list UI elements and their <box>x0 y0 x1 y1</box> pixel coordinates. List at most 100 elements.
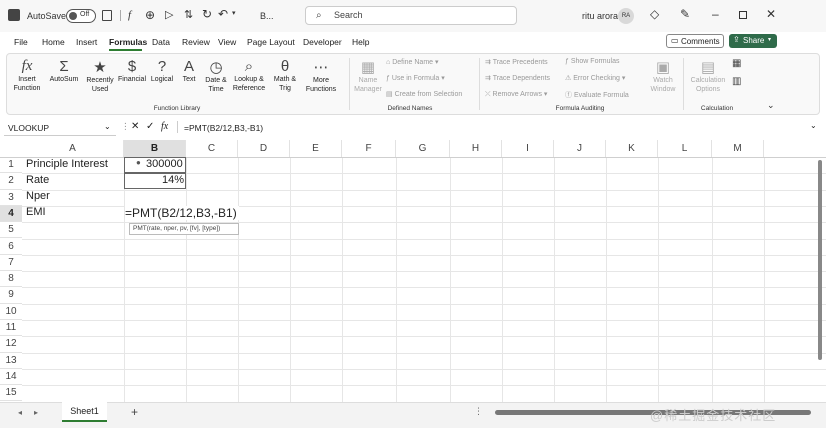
column-header-g[interactable]: G <box>396 140 450 157</box>
row-header-2[interactable]: 2 <box>0 173 22 190</box>
name-box[interactable]: VLOOKUP ⌄ <box>4 120 116 136</box>
autosave-toggle[interactable]: Off <box>66 9 96 23</box>
formula-input[interactable]: =PMT(B2/12,B3,-B1) <box>184 123 263 133</box>
cell-A3[interactable]: Nper <box>26 190 50 202</box>
tab-page-layout[interactable]: Page Layout <box>247 37 295 47</box>
share-button[interactable]: ⇪ Share ▾ <box>729 34 777 48</box>
ribbon-button-autosum[interactable]: Σ AutoSum <box>47 56 81 102</box>
ribbon-button-recently[interactable]: ★ Recently Used <box>85 56 115 102</box>
trace-dependents-button[interactable]: ⇉ Trace Dependents <box>485 74 550 82</box>
calculation-options-button[interactable]: ▤ Calculation Options <box>687 56 729 102</box>
minimize-icon[interactable]: – <box>712 7 719 21</box>
scroll-right-icon[interactable]: ▸ <box>34 408 38 417</box>
close-icon[interactable]: ✕ <box>766 7 776 21</box>
ribbon-button-text[interactable]: A Text <box>177 56 201 102</box>
define-name-button[interactable]: ⌂ Define Name ▾ <box>386 58 439 66</box>
add-icon[interactable]: ⊕ <box>145 8 155 22</box>
column-header-i[interactable]: I <box>502 140 554 157</box>
column-header-f[interactable]: F <box>342 140 396 157</box>
create-from-selection-button[interactable]: ▤ Create from Selection <box>386 90 462 98</box>
column-header-b[interactable]: B <box>124 140 186 157</box>
column-header-l[interactable]: L <box>658 140 712 157</box>
cell-B4-editing[interactable]: =PMT(B2/12,B3,-B1) <box>125 206 239 220</box>
diamond-icon[interactable]: ◇ <box>650 7 659 21</box>
row-header-4[interactable]: 4 <box>0 205 22 223</box>
tab-home[interactable]: Home <box>42 37 65 47</box>
save-icon[interactable] <box>102 10 112 21</box>
cell-A2[interactable]: Rate <box>26 174 49 186</box>
row-header-3[interactable]: 3 <box>0 190 22 206</box>
column-header-a[interactable]: A <box>22 140 124 157</box>
formula-bar-expand-icon[interactable]: ⌄ <box>810 121 817 130</box>
cell-A1[interactable]: Principle Interest <box>26 158 108 170</box>
row-header-12[interactable]: 12 <box>0 336 22 353</box>
tab-developer[interactable]: Developer <box>303 37 342 47</box>
show-formulas-button[interactable]: ƒ Show Formulas <box>565 58 619 65</box>
column-header-h[interactable]: H <box>450 140 502 157</box>
remove-arrows-button[interactable]: ⤫ Remove Arrows ▾ <box>485 90 547 99</box>
column-header-e[interactable]: E <box>290 140 342 157</box>
insert-function-icon[interactable]: fx <box>161 121 168 132</box>
ribbon-button-date[interactable]: ◷ Date & Time <box>203 56 229 102</box>
column-header-m[interactable]: M <box>712 140 764 157</box>
cell-A4[interactable]: EMI <box>26 206 46 218</box>
tab-formulas[interactable]: Formulas <box>109 37 147 47</box>
ribbon-button-financial[interactable]: $ Financial <box>117 56 147 102</box>
search-input[interactable]: ⌕ Search <box>305 6 517 25</box>
refresh-icon[interactable]: ↻ <box>202 7 212 21</box>
name-manager-button[interactable]: ▦ Name Manager <box>353 56 383 102</box>
sort-icon[interactable]: ⇅ <box>184 8 193 21</box>
ribbon-button-more[interactable]: ⋯ More Functions <box>303 56 339 102</box>
add-sheet-button[interactable]: + <box>131 405 138 419</box>
tab-file[interactable]: File <box>14 37 28 47</box>
pen-icon[interactable]: ✎ <box>680 7 690 21</box>
ribbon-button-logical[interactable]: ? Logical <box>149 56 175 102</box>
name-box-dropdown-icon[interactable]: ⌄ <box>104 122 111 131</box>
row-header-11[interactable]: 11 <box>0 320 22 337</box>
use-in-formula-button[interactable]: ƒ Use in Formula ▾ <box>386 74 445 82</box>
column-header-c[interactable]: C <box>186 140 238 157</box>
row-header-1[interactable]: 1 <box>0 157 22 174</box>
ribbon-button-lookup[interactable]: ⌕ Lookup & Reference <box>231 56 267 102</box>
column-header-k[interactable]: K <box>606 140 658 157</box>
row-header-5[interactable]: 5 <box>0 222 22 239</box>
row-header-14[interactable]: 14 <box>0 369 22 386</box>
tab-data[interactable]: Data <box>152 37 170 47</box>
row-header-13[interactable]: 13 <box>0 353 22 369</box>
calculate-sheet-icon[interactable]: ▥ <box>732 76 741 87</box>
tab-help[interactable]: Help <box>352 37 369 47</box>
ribbon-button-math[interactable]: θ Math & Trig <box>269 56 301 102</box>
column-header-d[interactable]: D <box>238 140 290 157</box>
tab-review[interactable]: Review <box>182 37 210 47</box>
undo-icon[interactable]: ↶ <box>218 7 228 21</box>
tab-view[interactable]: View <box>218 37 236 47</box>
ribbon-collapse-icon[interactable]: ⌄ <box>767 100 775 111</box>
row-header-10[interactable]: 10 <box>0 304 22 320</box>
trace-precedents-button[interactable]: ⇉ Trace Precedents <box>485 58 548 66</box>
cancel-icon[interactable]: ✕ <box>131 121 139 132</box>
evaluate-formula-button[interactable]: ⓕ Evaluate Formula <box>565 90 629 100</box>
row-header-6[interactable]: 6 <box>0 239 22 255</box>
watch-window-button[interactable]: ▣ Watch Window <box>647 56 679 102</box>
sheet-tab-sheet1[interactable]: Sheet1 <box>62 402 107 422</box>
comments-button[interactable]: ▭ Comments <box>666 34 724 48</box>
avatar[interactable]: RA <box>618 8 634 24</box>
play-icon[interactable]: ▷ <box>165 8 173 21</box>
restore-icon[interactable] <box>739 11 747 19</box>
insert-function-icon[interactable]: f <box>128 9 131 21</box>
row-header-9[interactable]: 9 <box>0 287 22 304</box>
error-checking-button[interactable]: ⚠ Error Checking ▾ <box>565 74 625 82</box>
tab-insert[interactable]: Insert <box>76 37 97 47</box>
vertical-scrollbar[interactable] <box>818 160 822 360</box>
row-header-15[interactable]: 15 <box>0 385 22 402</box>
row-header-8[interactable]: 8 <box>0 271 22 288</box>
undo-dropdown-icon[interactable]: ▾ <box>232 9 236 17</box>
scroll-left-icon[interactable]: ◂ <box>18 408 22 417</box>
ribbon-button-label: Logical <box>150 76 174 83</box>
ribbon-button-insert[interactable]: fx Insert Function <box>11 56 43 102</box>
sheet-options-icon[interactable]: ⋮ <box>474 406 483 417</box>
row-header-7[interactable]: 7 <box>0 255 22 272</box>
column-header-j[interactable]: J <box>554 140 606 157</box>
calculate-now-icon[interactable]: ▦ <box>732 58 741 69</box>
enter-icon[interactable]: ✓ <box>146 121 154 132</box>
